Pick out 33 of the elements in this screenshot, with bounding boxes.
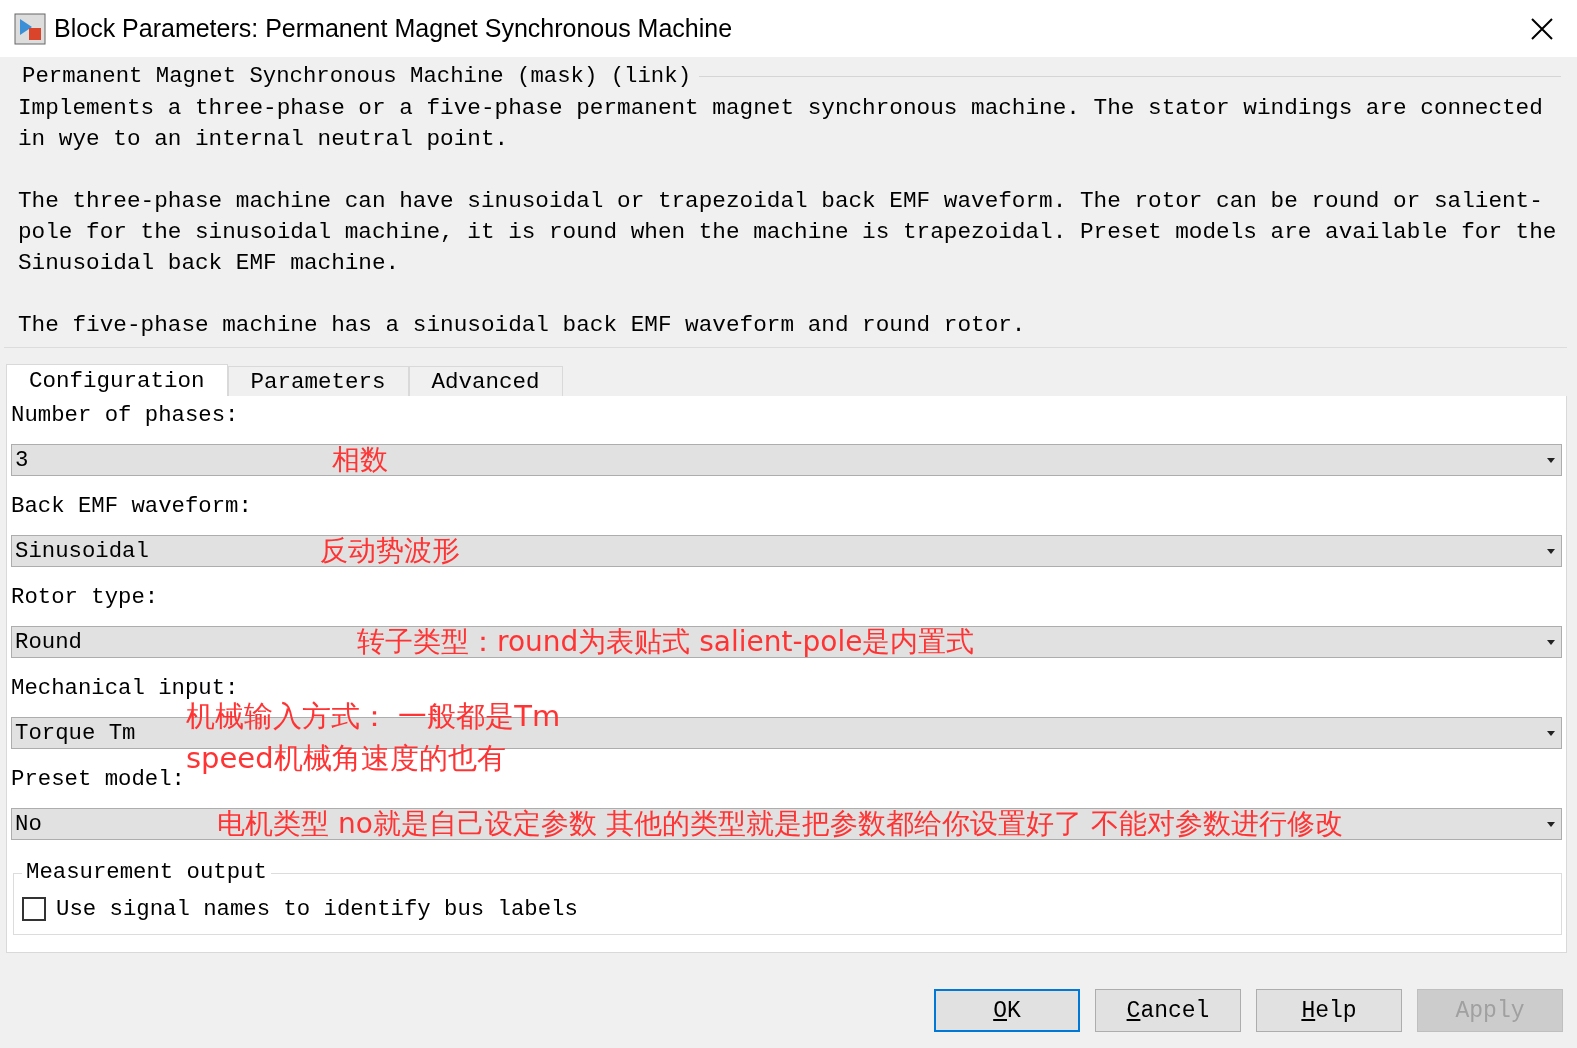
window-title: Block Parameters: Permanent Magnet Synchronous Machine (54, 14, 734, 43)
dialog-button[interactable]: OK (934, 989, 1080, 1032)
annotation-text: 相数 (332, 446, 388, 474)
annotation-text: 电机类型 no就是自己设定参数 其他的类型就是把参数都给你设置好了 不能对参数进行修改 (217, 810, 1343, 838)
checkbox[interactable] (22, 897, 46, 921)
block-app-icon (14, 12, 46, 45)
field-label: Rotor type: (11, 583, 159, 612)
caret-icon (1547, 730, 1555, 736)
dialog-button[interactable]: Help (1256, 989, 1402, 1032)
caret-icon (1547, 821, 1555, 827)
tab[interactable]: Configuration (6, 364, 228, 396)
field-label: Back EMF waveform: (11, 492, 252, 521)
description-paragraph: The three-phase machine can have sinusoidal or trapezoidal back EMF waveform. The rotor can be round or salient-pole for the sinusoidal machine, it is round when the machine is trapezoidal. Preset models are available for the Sinusoidal back EMF machine. (18, 187, 1558, 278)
tab[interactable]: Parameters (227, 366, 409, 396)
dropdown[interactable]: Round 转子类型：round为表贴式 salient-pole是内置式 (11, 626, 1562, 658)
field-label: Number of phases: (11, 401, 239, 430)
field-label: Preset model: (11, 765, 185, 794)
description-paragraph: Implements a three-phase or a five-phase permanent magnet synchronous machine. The stator windings are connected in wye to an internal neutral point. (18, 94, 1544, 154)
dropdown[interactable]: Sinusoidal 反动势波形 (11, 535, 1562, 567)
caret-icon (1547, 548, 1555, 554)
caret-icon (1547, 639, 1555, 645)
block-description-title: Permanent Magnet Synchronous Machine (mask) (link) (21, 62, 691, 91)
dialog-button[interactable]: Cancel (1095, 989, 1241, 1032)
tab[interactable]: Advanced (408, 366, 563, 396)
dropdown[interactable]: No 电机类型 no就是自己设定参数 其他的类型就是把参数都给你设置好了 不能对参数进行修改 (11, 808, 1562, 840)
dropdown[interactable]: 3 相数 (11, 444, 1562, 476)
field-label: Mechanical input: (11, 674, 239, 702)
close-icon[interactable] (1531, 17, 1553, 40)
description-paragraph: The five-phase machine has a sinusoidal back EMF waveform and round rotor. (18, 311, 1027, 340)
annotation-text: 转子类型：round为表贴式 salient-pole是内置式 (357, 628, 975, 656)
annotation-text: 反动势波形 (320, 537, 460, 565)
caret-icon (1547, 457, 1555, 463)
checkbox-label[interactable]: Use signal names to identify bus labels (56, 896, 578, 922)
